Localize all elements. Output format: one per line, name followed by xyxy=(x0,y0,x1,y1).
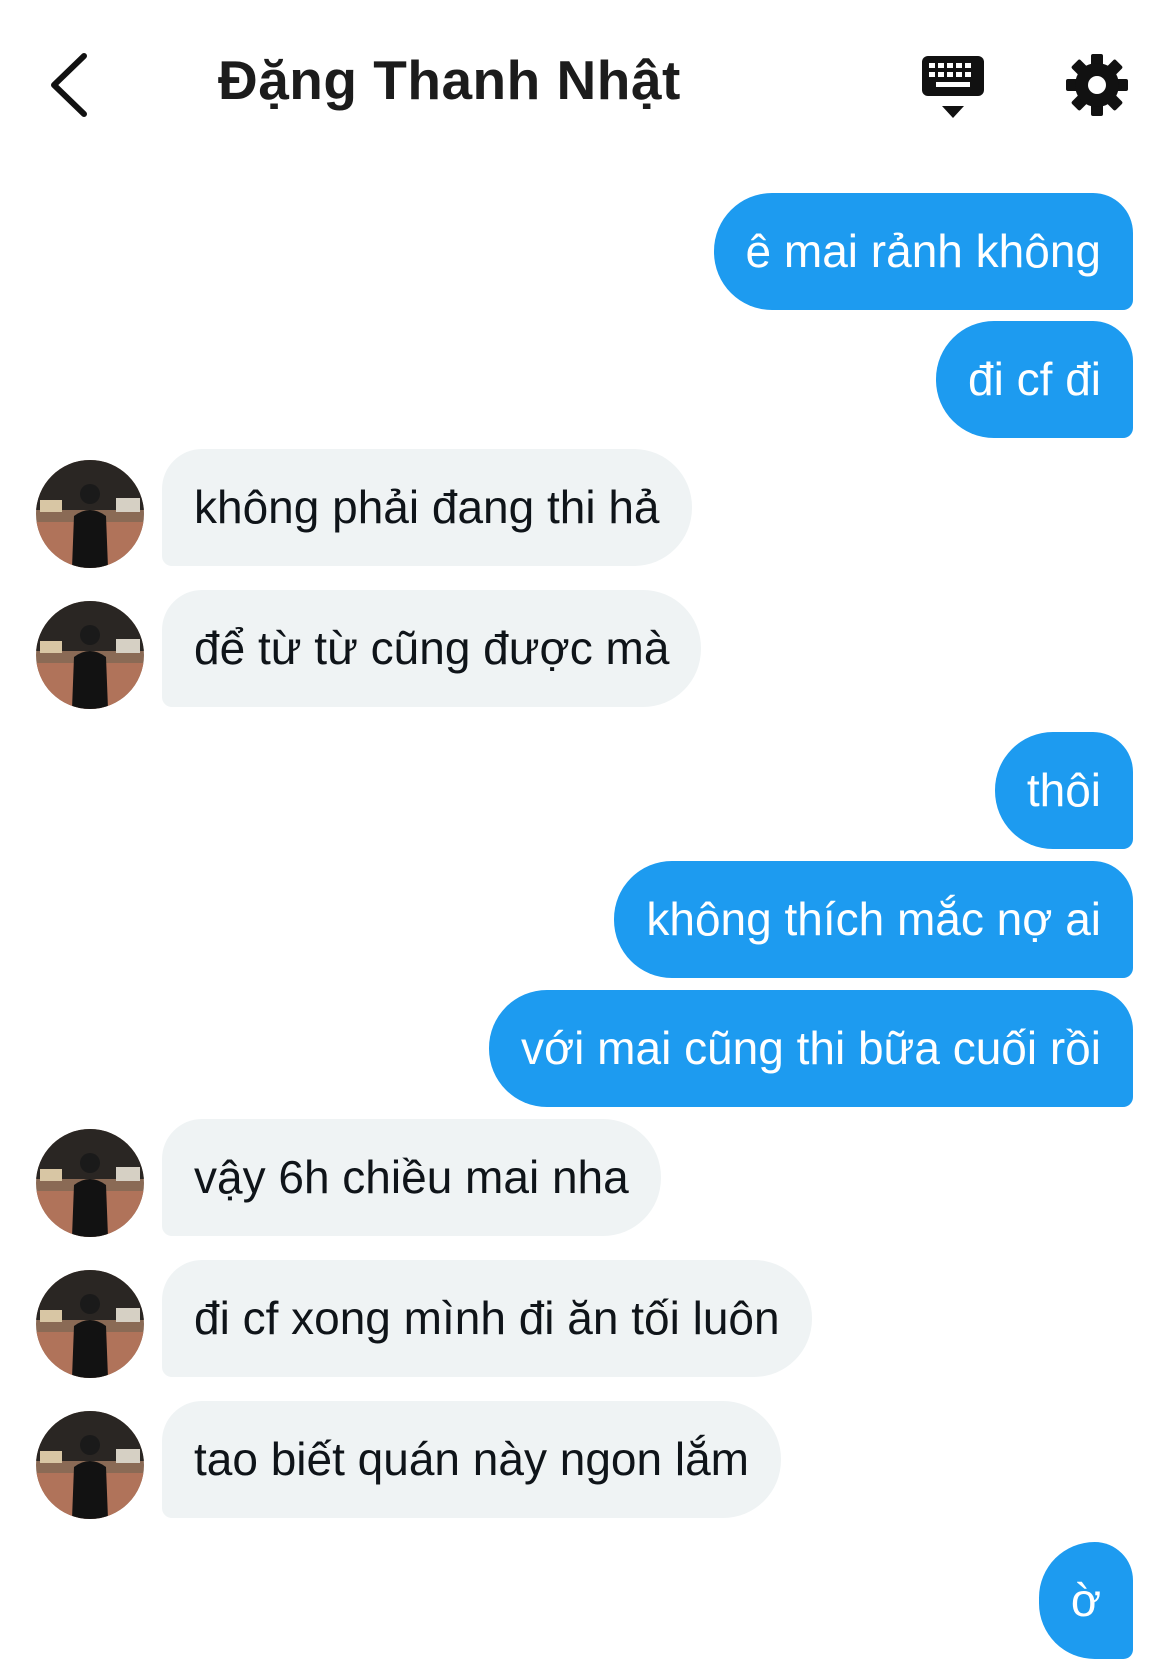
keyboard-button[interactable] xyxy=(918,52,988,122)
settings-button[interactable] xyxy=(1064,52,1130,118)
avatar-photo-icon xyxy=(36,1270,144,1378)
message-bubble-incoming[interactable]: để từ từ cũng được mà xyxy=(162,590,702,707)
message-text: để từ từ cũng được mà xyxy=(194,622,670,674)
message-text: ờ xyxy=(1070,1574,1101,1626)
keyboard-icon xyxy=(922,56,984,118)
avatar-photo-icon xyxy=(36,460,144,568)
chat-header: Đặng Thanh Nhật xyxy=(0,0,1170,170)
chevron-left-icon xyxy=(51,53,87,117)
message-text: không phải đang thi hả xyxy=(194,481,660,533)
message-text: tao biết quán này ngon lắm xyxy=(194,1433,749,1485)
avatar[interactable] xyxy=(36,1411,144,1519)
message-bubble-outgoing[interactable]: ê mai rảnh không xyxy=(713,193,1133,310)
gear-icon xyxy=(1066,54,1128,116)
back-button[interactable] xyxy=(38,50,98,120)
avatar[interactable] xyxy=(36,601,144,709)
message-text: với mai cũng thi bữa cuối rồi xyxy=(521,1022,1101,1074)
message-bubble-outgoing[interactable]: ờ xyxy=(1038,1542,1133,1659)
message-bubble-outgoing[interactable]: với mai cũng thi bữa cuối rồi xyxy=(489,990,1133,1107)
message-bubble-incoming[interactable]: không phải đang thi hả xyxy=(162,449,692,566)
avatar-photo-icon xyxy=(36,1411,144,1519)
message-text: đi cf đi xyxy=(968,353,1101,405)
message-text: đi cf xong mình đi ăn tối luôn xyxy=(194,1292,780,1344)
message-bubble-incoming[interactable]: tao biết quán này ngon lắm xyxy=(162,1401,781,1518)
avatar[interactable] xyxy=(36,1129,144,1237)
avatar[interactable] xyxy=(36,460,144,568)
message-bubble-incoming[interactable]: đi cf xong mình đi ăn tối luôn xyxy=(162,1260,812,1377)
message-text: không thích mắc nợ ai xyxy=(646,893,1101,945)
avatar[interactable] xyxy=(36,1270,144,1378)
message-bubble-outgoing[interactable]: thôi xyxy=(994,732,1133,849)
avatar-photo-icon xyxy=(36,1129,144,1237)
conversation-title: Đặng Thanh Nhật xyxy=(218,49,681,111)
message-bubble-incoming[interactable]: vậy 6h chiều mai nha xyxy=(162,1119,661,1236)
message-bubble-outgoing[interactable]: không thích mắc nợ ai xyxy=(614,861,1133,978)
message-text: thôi xyxy=(1026,764,1101,816)
avatar-photo-icon xyxy=(36,601,144,709)
message-text: ê mai rảnh không xyxy=(745,225,1101,277)
message-text: vậy 6h chiều mai nha xyxy=(194,1151,629,1203)
message-bubble-outgoing[interactable]: đi cf đi xyxy=(936,321,1133,438)
